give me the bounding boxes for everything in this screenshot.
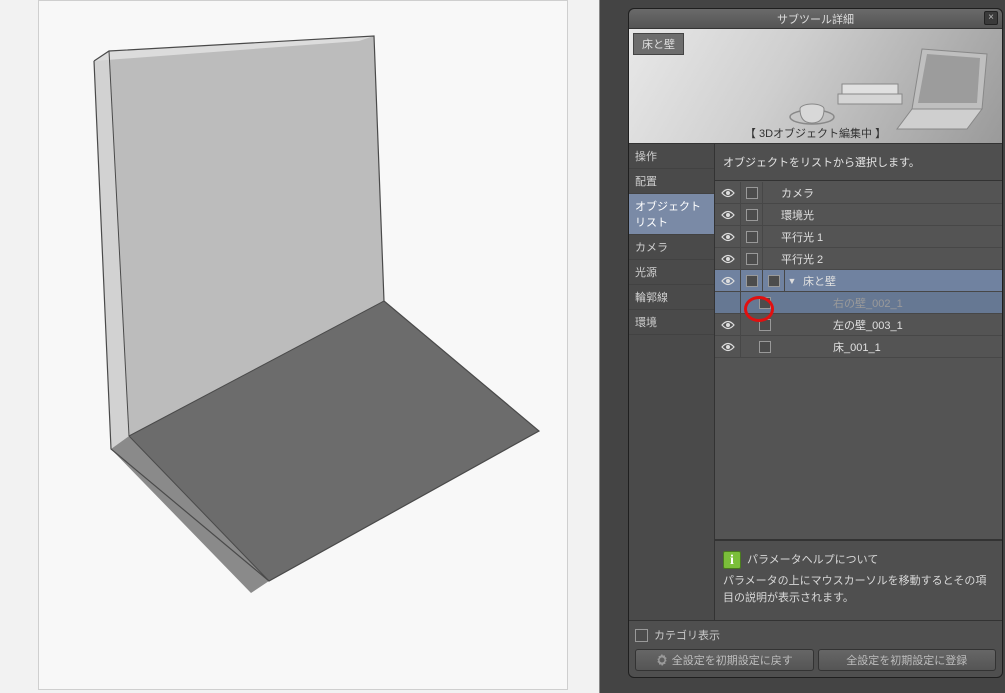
- eye-icon: [721, 188, 735, 198]
- lock-toggle[interactable]: [741, 270, 763, 291]
- list-row-floor[interactable]: 床_001_1: [715, 336, 1002, 358]
- side-cat-camera[interactable]: カメラ: [629, 235, 714, 260]
- object-name: 床と壁: [799, 273, 1002, 289]
- object-name: 右の壁_002_1: [829, 295, 1002, 311]
- list-row-camera[interactable]: カメラ: [715, 182, 1002, 204]
- register-defaults-button[interactable]: 全設定を初期設定に登録: [818, 649, 997, 671]
- viewport-area: [0, 0, 600, 693]
- eye-icon: [721, 320, 735, 330]
- panel-titlebar[interactable]: サブツール詳細 ×: [629, 9, 1002, 29]
- object-name: 床_001_1: [829, 339, 1002, 355]
- gear-icon: [656, 654, 668, 666]
- preview-illustration: [782, 39, 992, 134]
- list-row-envlight[interactable]: 環境光: [715, 204, 1002, 226]
- list-row-leftwall[interactable]: 左の壁_003_1: [715, 314, 1002, 336]
- visibility-toggle[interactable]: [715, 248, 741, 269]
- visibility-toggle[interactable]: [715, 314, 741, 335]
- visibility-toggle[interactable]: [715, 182, 741, 203]
- visibility-toggle[interactable]: [715, 270, 741, 291]
- object-name: 左の壁_003_1: [829, 317, 1002, 333]
- info-icon: i: [723, 551, 741, 569]
- lock-toggle[interactable]: [741, 292, 783, 313]
- register-defaults-label: 全設定を初期設定に登録: [846, 652, 967, 668]
- subtool-detail-panel: サブツール詳細 × 床と壁 【 3Dオブジェクト編集中 】 操作 配置 オブジェ…: [628, 8, 1003, 678]
- lock-toggle-2[interactable]: [763, 270, 785, 291]
- reset-defaults-label: 全設定を初期設定に戻す: [672, 652, 793, 668]
- side-cat-environment[interactable]: 環境: [629, 310, 714, 335]
- list-row-floorwall[interactable]: ▼ 床と壁: [715, 270, 1002, 292]
- panel-close-button[interactable]: ×: [984, 11, 998, 25]
- object-name: 平行光 1: [777, 229, 1002, 245]
- scene-3d: [39, 1, 569, 691]
- reset-defaults-button[interactable]: 全設定を初期設定に戻す: [635, 649, 814, 671]
- visibility-toggle[interactable]: [715, 336, 741, 357]
- eye-icon: [721, 210, 735, 220]
- checkbox-icon: [635, 629, 648, 642]
- category-show-toggle[interactable]: カテゴリ表示: [635, 627, 996, 643]
- eye-icon: [721, 232, 735, 242]
- visibility-toggle[interactable]: [715, 292, 741, 313]
- category-show-label: カテゴリ表示: [654, 627, 720, 643]
- help-box: i パラメータヘルプについて パラメータの上にマウスカーソルを移動するとその項目…: [715, 540, 1002, 620]
- visibility-toggle[interactable]: [715, 204, 741, 225]
- instruction-text: オブジェクトをリストから選択します。: [715, 144, 1002, 181]
- lock-toggle[interactable]: [741, 336, 783, 357]
- lock-toggle[interactable]: [741, 182, 763, 203]
- preview-status: 【 3Dオブジェクト編集中 】: [629, 125, 1002, 141]
- preview-area: 床と壁 【 3Dオブジェクト編集中 】: [629, 29, 1002, 144]
- lock-toggle[interactable]: [741, 314, 783, 335]
- side-cat-placement[interactable]: 配置: [629, 169, 714, 194]
- panel-footer: カテゴリ表示 全設定を初期設定に戻す 全設定を初期設定に登録: [629, 620, 1002, 677]
- lock-toggle[interactable]: [741, 204, 763, 225]
- list-row-parallel1[interactable]: 平行光 1: [715, 226, 1002, 248]
- preview-tag: 床と壁: [633, 33, 684, 55]
- eye-icon: [721, 276, 735, 286]
- object-list: カメラ 環境光 平行光: [715, 181, 1002, 540]
- visibility-toggle[interactable]: [715, 226, 741, 247]
- side-cat-outline[interactable]: 輪郭線: [629, 285, 714, 310]
- list-row-rightwall[interactable]: 右の壁_002_1: [715, 292, 1002, 314]
- side-cat-operation[interactable]: 操作: [629, 144, 714, 169]
- object-name: 平行光 2: [777, 251, 1002, 267]
- side-category-list: 操作 配置 オブジェクトリスト カメラ 光源 輪郭線 環境: [629, 144, 715, 620]
- disclosure-toggle[interactable]: ▼: [785, 276, 799, 286]
- help-body: パラメータの上にマウスカーソルを移動するとその項目の説明が表示されます。: [723, 573, 994, 606]
- object-name: 環境光: [777, 207, 1002, 223]
- object-name: カメラ: [777, 185, 1002, 201]
- side-cat-light[interactable]: 光源: [629, 260, 714, 285]
- list-row-parallel2[interactable]: 平行光 2: [715, 248, 1002, 270]
- eye-icon: [721, 342, 735, 352]
- side-cat-objectlist[interactable]: オブジェクトリスト: [629, 194, 714, 235]
- eye-icon: [721, 254, 735, 264]
- help-title: パラメータヘルプについて: [747, 552, 878, 569]
- lock-toggle[interactable]: [741, 226, 763, 247]
- lock-toggle[interactable]: [741, 248, 763, 269]
- viewport-canvas[interactable]: [38, 0, 568, 690]
- panel-title: サブツール詳細: [777, 11, 854, 27]
